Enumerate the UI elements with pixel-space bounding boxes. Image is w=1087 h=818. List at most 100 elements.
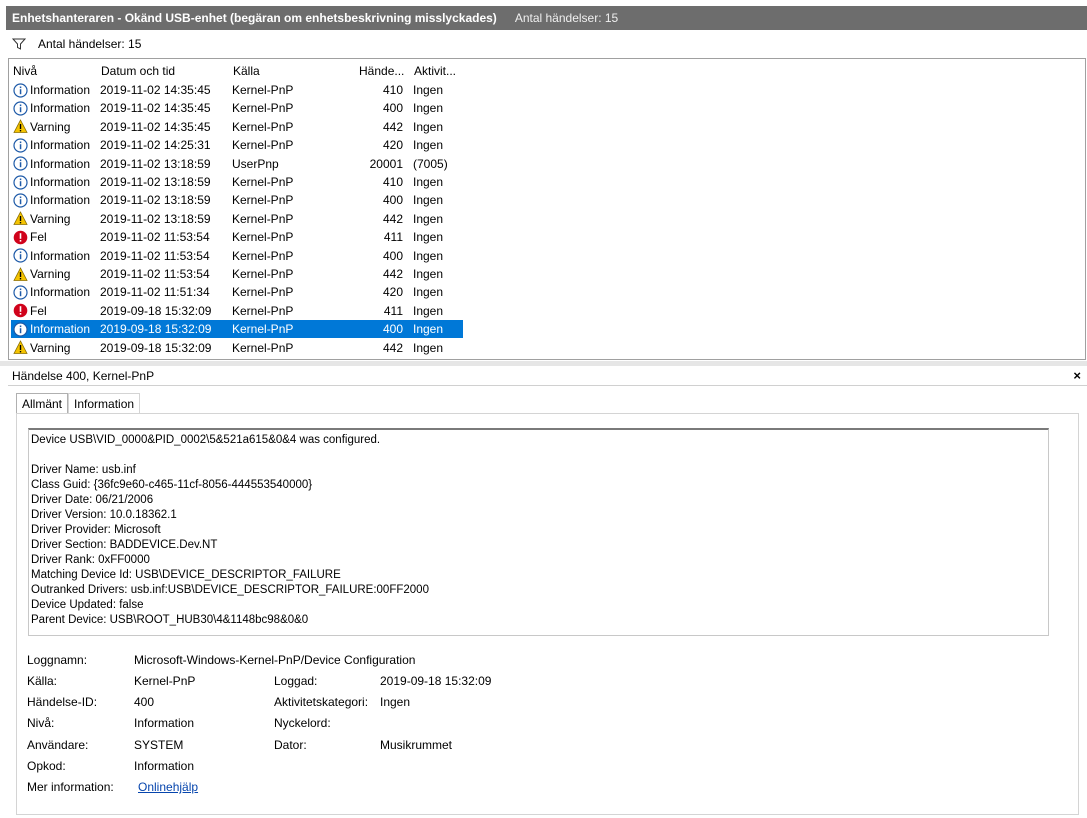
level-text: Fel xyxy=(30,230,47,245)
level-text: Varning xyxy=(30,211,71,226)
task-cell: Ingen xyxy=(413,248,444,263)
column-header-task[interactable]: Aktivit... xyxy=(414,62,464,82)
close-icon[interactable]: × xyxy=(1073,368,1081,383)
level-cell: Information xyxy=(13,81,90,99)
task-cell: Ingen xyxy=(413,193,444,208)
more-info-label: Mer information: xyxy=(27,780,114,794)
event-row[interactable]: Information 2019-11-02 14:25:31 Kernel-PnP… xyxy=(11,136,463,154)
event-description[interactable]: Device USB\VID_0000&PID_0002\5&521a615&0… xyxy=(28,428,1049,636)
source-cell: Kernel-PnP xyxy=(232,211,294,226)
computer-label: Dator: xyxy=(274,738,307,752)
level-value: Information xyxy=(134,716,195,730)
detail-header: Händelse 400, Kernel-PnP × xyxy=(8,366,1087,386)
warning-icon xyxy=(13,211,28,226)
date-cell: 2019-11-02 14:35:45 xyxy=(100,119,211,134)
level-cell: Information xyxy=(13,136,90,154)
task-cell: Ingen xyxy=(413,175,444,189)
level-cell: Varning xyxy=(13,210,70,228)
opcode-value: Information xyxy=(134,759,195,773)
event-row[interactable]: Fel 2019-09-18 15:32:09 Kernel-PnP 411 Ingen xyxy=(11,302,463,320)
event-row[interactable]: Varning 2019-11-02 13:18:59 Kernel-PnP 442 I… xyxy=(11,210,463,228)
tab-details[interactable]: Information xyxy=(68,393,141,414)
event-row[interactable]: Information 2019-11-02 13:18:59 Kernel-PnP… xyxy=(11,173,463,191)
user-label: Användare: xyxy=(27,738,89,752)
info-icon xyxy=(13,138,28,153)
source-cell: Kernel-PnP xyxy=(232,248,294,263)
window-title: Enhetshanteraren - Okänd USB-enhet (begä… xyxy=(12,11,497,25)
task-cell: Ingen xyxy=(413,83,444,97)
logged-value: 2019-09-18 15:32:09 xyxy=(380,674,492,688)
event-id-cell: 400 xyxy=(382,193,403,208)
task-cell: Ingen xyxy=(413,138,444,153)
event-id-cell: 410 xyxy=(382,175,403,189)
detail-title: Händelse 400, Kernel-PnP xyxy=(12,368,155,383)
column-header-level[interactable]: Nivå xyxy=(13,62,99,82)
online-help-link[interactable]: Onlinehjälp xyxy=(138,780,198,794)
level-cell: Information xyxy=(13,283,90,301)
event-list[interactable]: Nivå Datum och tid Källa Hände... Aktivi… xyxy=(8,58,1086,360)
info-icon xyxy=(13,322,28,337)
task-cell: Ingen xyxy=(413,322,444,337)
event-id-cell: 411 xyxy=(383,230,403,245)
level-text: Information xyxy=(30,83,91,97)
date-cell: 2019-11-02 11:53:54 xyxy=(100,267,210,281)
source-value: Kernel-PnP xyxy=(134,674,196,688)
source-label: Källa: xyxy=(27,674,58,688)
event-id-cell: 400 xyxy=(382,248,403,263)
task-cell: Ingen xyxy=(413,285,444,300)
event-id-label: Händelse-ID: xyxy=(27,695,98,709)
warning-icon xyxy=(13,119,28,134)
date-cell: 2019-11-02 11:53:54 xyxy=(100,230,210,245)
source-cell: Kernel-PnP xyxy=(232,119,294,134)
event-row[interactable]: Varning 2019-09-18 15:32:09 Kernel-PnP 442 I… xyxy=(11,339,463,357)
event-row[interactable]: Varning 2019-11-02 11:53:54 Kernel-PnP 442 I… xyxy=(11,265,463,283)
date-cell: 2019-11-02 13:18:59 xyxy=(100,193,211,208)
event-id-cell: 442 xyxy=(382,119,403,134)
date-cell: 2019-09-18 15:32:09 xyxy=(100,340,212,355)
event-row[interactable]: Information 2019-11-02 11:51:34 Kernel-PnP… xyxy=(11,283,463,301)
event-row[interactable]: Fel 2019-11-02 11:53:54 Kernel-PnP 411 Ingen xyxy=(11,228,463,246)
event-row[interactable]: Information 2019-09-18 15:32:09 Kernel-PnP… xyxy=(11,320,463,339)
source-cell: Kernel-PnP xyxy=(232,322,294,337)
date-cell: 2019-11-02 11:53:54 xyxy=(100,248,210,263)
event-row[interactable]: Varning 2019-11-02 14:35:45 Kernel-PnP 442 I… xyxy=(11,118,463,136)
event-row[interactable]: Information 2019-11-02 13:18:59 UserPnp 200… xyxy=(11,155,463,173)
tab-general[interactable]: Allmänt xyxy=(16,393,69,415)
task-cell: Ingen xyxy=(413,303,444,318)
event-id-cell: 410 xyxy=(382,83,403,97)
date-cell: 2019-11-02 13:18:59 xyxy=(100,175,211,189)
date-cell: 2019-09-18 15:32:09 xyxy=(100,303,212,318)
info-icon xyxy=(13,101,28,116)
source-cell: Kernel-PnP xyxy=(232,175,294,189)
level-text: Information xyxy=(30,101,91,116)
task-cell: Ingen xyxy=(413,119,444,134)
event-id-cell: 20001 xyxy=(369,156,403,171)
info-icon xyxy=(13,82,28,98)
level-cell: Information xyxy=(13,191,90,209)
column-header-event-id[interactable]: Hände... xyxy=(359,62,407,82)
source-cell: Kernel-PnP xyxy=(232,193,294,208)
level-cell: Varning xyxy=(13,339,70,357)
event-row[interactable]: Information 2019-11-02 14:35:45 Kernel-PnP… xyxy=(11,81,463,99)
detail-tabs: Allmänt Information xyxy=(16,393,141,415)
event-row[interactable]: Information 2019-11-02 14:35:45 Kernel-PnP… xyxy=(11,99,463,117)
window-titlebar: Enhetshanteraren - Okänd USB-enhet (begä… xyxy=(6,6,1087,30)
task-cell: Ingen xyxy=(413,267,444,281)
date-cell: 2019-11-02 14:35:45 xyxy=(100,101,211,116)
filter-icon[interactable] xyxy=(12,37,26,51)
column-header-source[interactable]: Källa xyxy=(233,62,357,82)
date-cell: 2019-11-02 14:35:45 xyxy=(100,83,211,97)
info-icon xyxy=(13,156,28,171)
event-row[interactable]: Information 2019-11-02 13:18:59 Kernel-PnP… xyxy=(11,191,463,209)
event-id-cell: 400 xyxy=(382,101,403,116)
level-cell: Information xyxy=(13,320,90,338)
info-icon xyxy=(13,174,28,190)
level-text: Information xyxy=(30,156,91,171)
error-icon xyxy=(13,230,28,245)
level-cell: Information xyxy=(13,99,90,117)
event-id-value: 400 xyxy=(134,695,155,709)
event-id-cell: 420 xyxy=(382,285,403,300)
keywords-label: Nyckelord: xyxy=(274,716,331,730)
column-header-date[interactable]: Datum och tid xyxy=(101,62,229,82)
event-row[interactable]: Information 2019-11-02 11:53:54 Kernel-PnP… xyxy=(11,247,463,265)
